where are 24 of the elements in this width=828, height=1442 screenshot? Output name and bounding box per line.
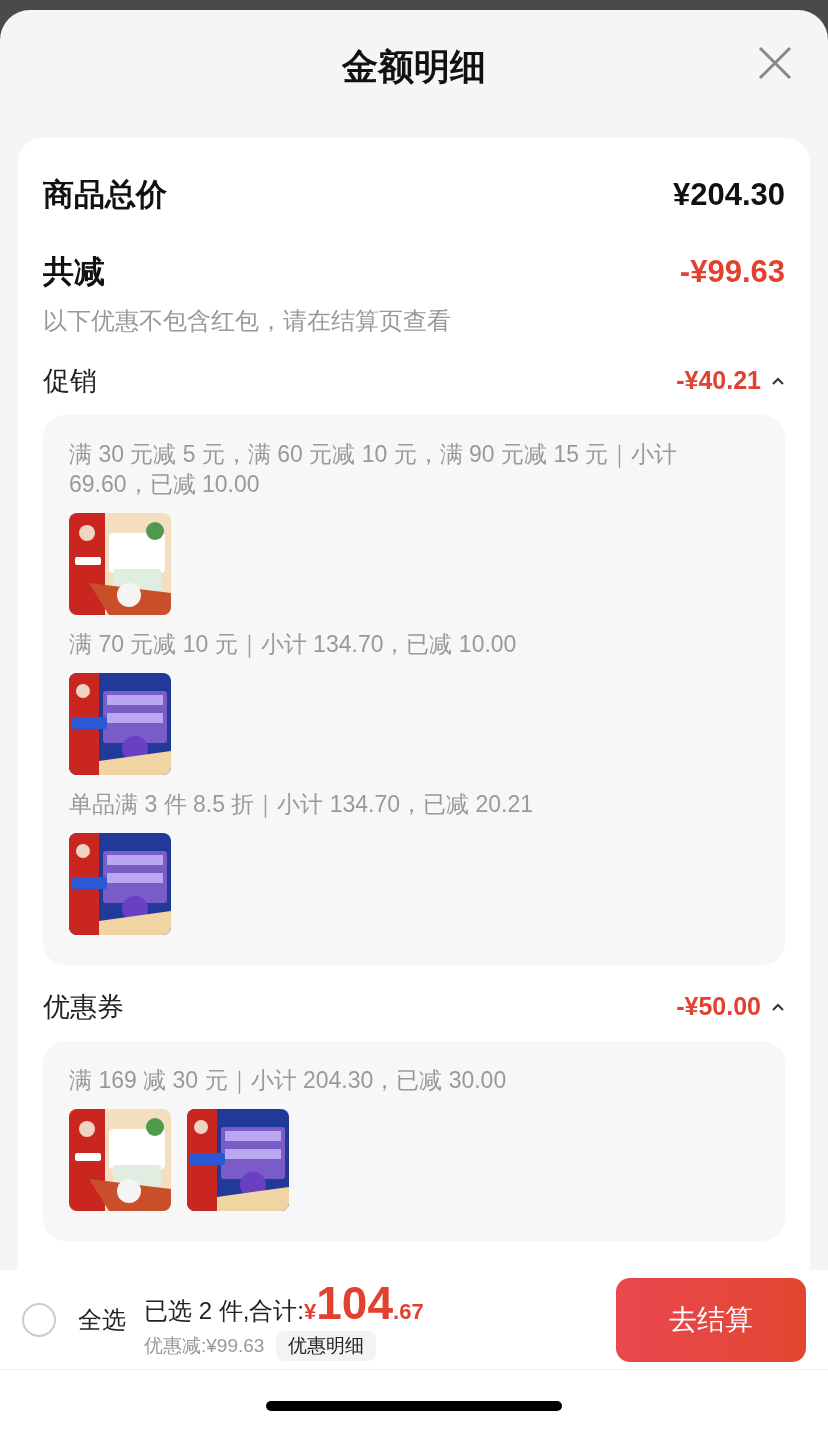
chevron-up-icon[interactable] xyxy=(771,1002,785,1012)
discount-amount: -¥99.63 xyxy=(679,252,785,291)
sheet-title: 金额明细 xyxy=(342,45,486,89)
section-amount: -¥50.00 xyxy=(676,991,761,1023)
discount-note: 以下优惠不包含红包，请在结算页查看 xyxy=(43,306,452,336)
total-amount: ¥204.30 xyxy=(672,176,785,214)
rule-text: 单品满 3 件 8.5 折｜小计 134.70，已减 20.21 xyxy=(69,790,534,819)
select-all-checkbox[interactable] xyxy=(22,1302,56,1337)
section-title: 优惠券 xyxy=(43,990,124,1024)
saved-amount: 优惠减:¥99.63 xyxy=(144,1333,265,1358)
detail-button[interactable]: 优惠明细 xyxy=(276,1331,377,1361)
discount-label: 共减 xyxy=(43,252,105,291)
select-all-label[interactable]: 全选 xyxy=(78,1301,126,1338)
selected-summary: 已选 2 件,合计: xyxy=(144,1296,305,1326)
total-label: 商品总价 xyxy=(43,176,167,214)
total-price: ¥104.67 xyxy=(304,1278,424,1328)
rule-text: 满 30 元减 5 元，满 60 元减 10 元，满 90 元减 15 元｜小计 69.60，已减 10.00 xyxy=(69,440,679,499)
close-icon[interactable] xyxy=(758,46,792,80)
section-amount: -¥40.21 xyxy=(676,365,761,397)
section-title: 促销 xyxy=(43,364,97,398)
rule-text: 满 70 元减 10 元｜小计 134.70，已减 10.00 xyxy=(69,630,518,659)
checkout-button[interactable]: 去结算 xyxy=(616,1277,806,1362)
chevron-up-icon[interactable] xyxy=(771,376,785,386)
rule-text: 满 169 减 30 元｜小计 204.30，已减 30.00 xyxy=(69,1066,508,1095)
